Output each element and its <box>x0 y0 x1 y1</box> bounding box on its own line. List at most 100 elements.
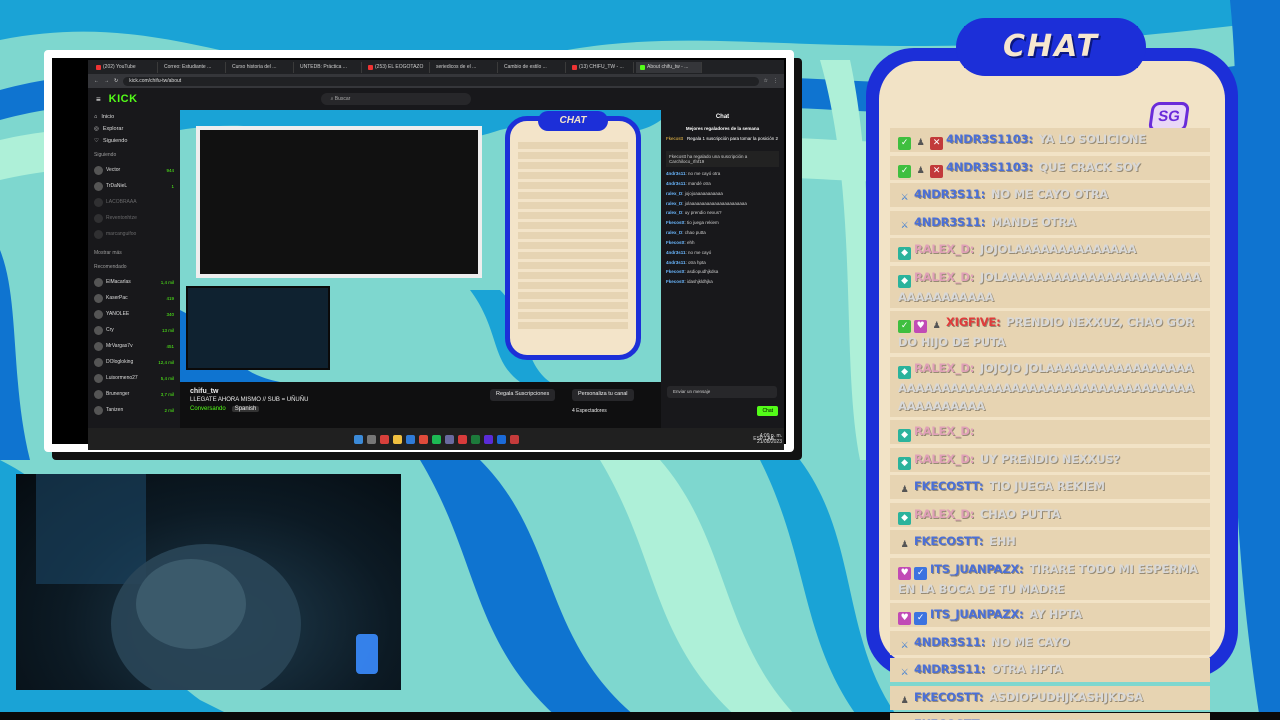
category-link[interactable]: Conversando <box>190 406 226 412</box>
folder-icon[interactable] <box>392 434 402 444</box>
channel-item[interactable]: marcanguifoo <box>94 226 174 242</box>
chat-message: ralex_D: jolaaaaaaaaaaaaaaaaaaaaaaa <box>666 200 747 206</box>
sidebar-item-siguiendo[interactable]: ♡ Siguiendo <box>94 138 174 144</box>
kick-search-input[interactable]: ⌕ Buscar <box>320 93 471 105</box>
chat-username: RALEX_D: <box>914 451 975 466</box>
channel-item[interactable]: TrDaNieL 1 <box>94 178 174 194</box>
channel-item[interactable]: KaserPac 419 <box>94 290 174 306</box>
chat-message: 4ndr3s11: no me cayó <box>666 249 712 255</box>
channel-item[interactable]: Cry 13 mil <box>94 322 174 338</box>
browser-tab[interactable]: (202) YouTube <box>92 61 158 73</box>
channel-name: Brunenger <box>106 391 130 397</box>
reload-icon[interactable]: ↻ <box>114 78 118 84</box>
viewer-count: 1 <box>171 183 174 189</box>
browser-tab[interactable]: Cambio de estilo ... <box>500 61 566 73</box>
tab-label: Curso historia del ... <box>232 64 277 70</box>
channel-item[interactable]: ElMacarlas 1,4 mil <box>94 274 174 290</box>
brave-icon[interactable] <box>379 434 389 444</box>
channel-name: TrDaNieL <box>106 183 128 189</box>
screen-capture-frame: (202) YouTube Correo: Estudiante ... Cur… <box>44 50 794 452</box>
channel-item[interactable]: Luisormeno27 5,4 mil <box>94 370 174 386</box>
excel-icon[interactable] <box>470 434 480 444</box>
channel-item[interactable]: Vector 944 <box>94 162 174 178</box>
browser-tab[interactable]: Correo: Estudiante ... <box>160 61 226 73</box>
kick-chat-panel: Chat Mejores regaladores de la semana Fk… <box>661 110 784 428</box>
channel-item[interactable]: YANOLEE 340 <box>94 306 174 322</box>
taskbar-time[interactable]: 4:09 p. m. 21/08/2023 <box>757 433 782 445</box>
overlay-chat-message: ♟ FKECOSTT: ASDIOPUDHJKASHJKDSA <box>890 685 1210 710</box>
sub-badge-icon: ◆ <box>898 429 911 442</box>
edge-icon[interactable] <box>496 434 506 444</box>
channel-name: ElMacarlas <box>106 279 131 285</box>
browser-tab[interactable]: seriedicos de el ... <box>432 61 498 73</box>
chat-message: ralex_D: uy prendio nexus? <box>666 210 722 216</box>
customize-channel-button[interactable]: Personaliza tu canal <box>572 389 634 401</box>
forward-icon[interactable]: → <box>104 78 109 84</box>
kick-sidebar: ⌂ Inicio ◎ Explorar ♡ Siguiendo Siguiendo V… <box>88 110 180 450</box>
sidebar-item-inicio[interactable]: ⌂ Inicio <box>94 114 174 120</box>
windows-taskbar: ESP LAA 4:09 p. m. 21/08/2023 <box>88 428 784 450</box>
chat-message: Fkecostt: asdiopudhjkdsa <box>666 269 719 275</box>
browser-tab[interactable]: Curso historia del ... <box>228 61 294 73</box>
browser-tab[interactable]: (253) EL EOGOTAZO <box>364 61 430 73</box>
back-icon[interactable]: ← <box>94 78 99 84</box>
browser-tab-active[interactable]: About chifu_tw - ... <box>636 61 702 73</box>
chat-text: TIO JUEGA REKIEM <box>985 479 1105 493</box>
figure-badge-icon: ♟ <box>916 165 925 176</box>
show-more-link[interactable]: Mostrar más <box>94 250 174 256</box>
gifter-name[interactable]: Fkecostt <box>666 136 683 141</box>
spotify-icon[interactable] <box>431 434 441 444</box>
overlay-chat-message: ◆ RALEX_D: JOJOJO JOLAAAAAAAAAAAAAAAAAAAA… <box>890 356 1210 417</box>
search-icon[interactable] <box>366 434 376 444</box>
tab-label: About chifu_tw - ... <box>647 64 689 70</box>
sub-badge-icon: ◆ <box>898 456 911 470</box>
gift-notice: Fkecostt ha regalado una suscripción a C… <box>666 151 779 167</box>
chrome-icon[interactable] <box>418 434 428 444</box>
kick-icon <box>640 64 645 70</box>
browser-tab[interactable]: (13) CHIFU_TW - ... <box>568 61 634 73</box>
viewer-count: 1,4 mil <box>160 279 174 285</box>
chat-username: 4NDR3S11: <box>914 187 986 201</box>
button-label: Personaliza tu canal <box>578 391 628 397</box>
hamburger-icon[interactable]: ≡ <box>96 95 101 104</box>
channel-item[interactable]: DOlogloking 12,4 mil <box>94 354 174 370</box>
viewer-count: 5,4 mil <box>160 375 174 381</box>
overlay-chat-message: ◆ RALEX_D: JOJOLAAAAAAAAAAAAAA <box>890 238 1210 262</box>
chat-text: AY HPTA <box>1025 607 1082 621</box>
url-field[interactable]: kick.com/chifu-tw/about <box>123 76 759 86</box>
app-icon[interactable] <box>444 434 454 444</box>
star-icon[interactable]: ☆ <box>764 78 768 84</box>
sidebar-item-explorar[interactable]: ◎ Explorar <box>94 126 174 132</box>
tab-label: (202) YouTube <box>103 64 136 70</box>
channel-item[interactable]: LACOBRAAA <box>94 194 174 210</box>
channel-item[interactable]: MrVargas7v 451 <box>94 338 174 354</box>
channel-item[interactable]: Brunenger 3,7 mil <box>94 386 174 402</box>
windows-start-icon[interactable] <box>353 434 363 444</box>
channel-item[interactable]: Reventonhtze <box>94 210 174 226</box>
mail-icon[interactable] <box>405 434 415 444</box>
overlay-chat-message: ⚔ 4NDR3S11: MANDE OTRA <box>890 210 1210 235</box>
stream-player[interactable]: CHAT <box>180 110 661 382</box>
overlay-chat-message: ♥ ✓ ITS_JUANPAZX: TIRARE TODO MI ESPERMA E… <box>890 557 1210 600</box>
app-icon[interactable] <box>509 434 519 444</box>
avatar <box>94 341 103 351</box>
app-icon[interactable] <box>457 434 467 444</box>
avatar <box>94 309 103 319</box>
heart-badge-icon: ♥ <box>898 612 911 625</box>
kick-logo[interactable]: KICK <box>109 93 138 105</box>
channel-item[interactable]: Tanizen 2 mil <box>94 402 174 418</box>
browser-tab[interactable]: UNTEDB: Práctica ... <box>296 61 362 73</box>
gift-subs-button[interactable]: Regala Suscripciones <box>490 389 556 401</box>
app-icon[interactable] <box>483 434 493 444</box>
tab-label: seriedicos de el ... <box>436 64 477 70</box>
avatar <box>94 181 103 191</box>
chat-input[interactable]: Enviar un mensaje <box>667 386 777 398</box>
browser-tab-bar: (202) YouTube Correo: Estudiante ... Cur… <box>88 60 784 74</box>
gift-prompt[interactable]: Regala 1 suscripción para tomar la posic… <box>687 136 778 141</box>
youtube-icon <box>572 64 577 70</box>
viewer-count: 2 mil <box>164 407 174 413</box>
menu-icon[interactable]: ⋮ <box>773 78 778 84</box>
chat-send-button[interactable]: Chat <box>757 406 778 416</box>
chat-username: RALEX_D: <box>914 242 975 256</box>
nested-chat-title: CHAT <box>538 111 608 131</box>
